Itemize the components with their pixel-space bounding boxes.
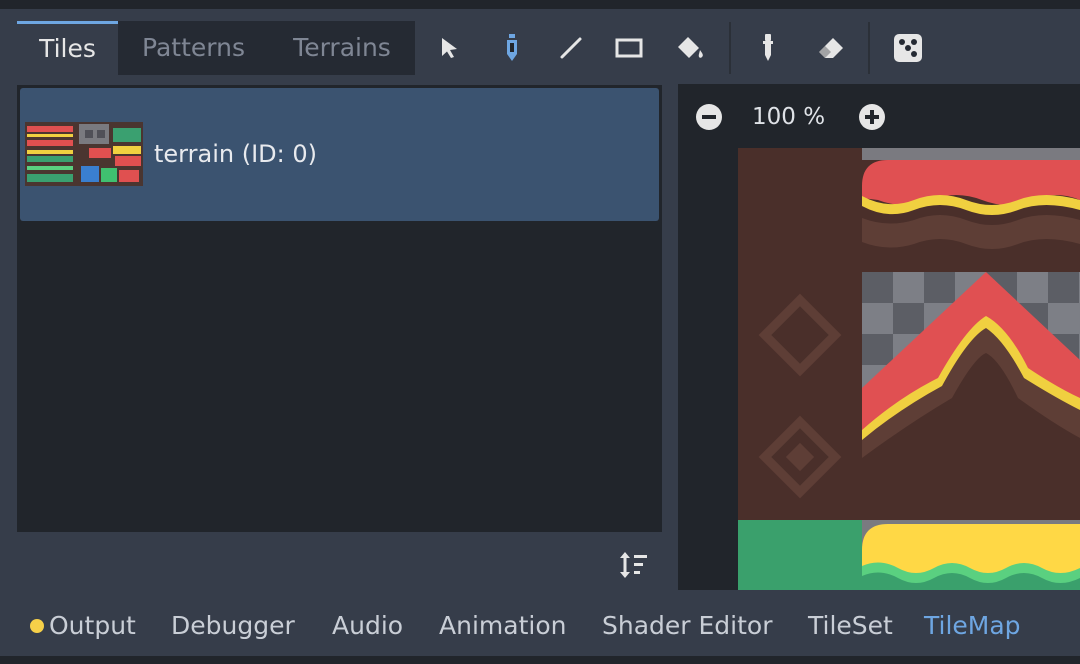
tab-terrains[interactable]: Terrains — [269, 21, 415, 75]
atlas-thumbnail — [25, 122, 143, 186]
tab-patterns[interactable]: Patterns — [118, 21, 269, 75]
rectangle-tool-button[interactable] — [607, 24, 651, 72]
eraser-tool-button[interactable] — [809, 24, 853, 72]
random-dice-icon — [894, 34, 922, 62]
tab-debugger[interactable]: Debugger — [171, 596, 295, 656]
tile-source-list: terrain (ID: 0) — [17, 85, 662, 532]
rectangle-icon — [615, 38, 643, 58]
tile-mode-tabs: Tiles Patterns Terrains — [17, 21, 415, 75]
toolbar-divider — [729, 22, 731, 74]
top-strip — [0, 0, 1080, 9]
line-tool-button[interactable] — [549, 24, 593, 72]
bottom-panel-tabs: Output Debugger Audio Animation Shader E… — [0, 596, 1080, 656]
paint-tool-button[interactable] — [490, 24, 534, 72]
picker-icon — [763, 34, 773, 61]
bottom-strip — [0, 656, 1080, 664]
tab-audio[interactable]: Audio — [332, 596, 403, 656]
eraser-icon — [819, 38, 843, 58]
picker-tool-button[interactable] — [746, 24, 790, 72]
sort-icon[interactable] — [616, 548, 650, 582]
list-item[interactable]: terrain (ID: 0) — [20, 88, 659, 221]
zoom-in-icon[interactable] — [856, 101, 888, 133]
tile-atlas-canvas[interactable] — [738, 148, 1080, 590]
tab-tilemap[interactable]: TileMap — [924, 596, 1021, 656]
select-icon — [442, 38, 457, 58]
tile-source-label: terrain (ID: 0) — [154, 140, 317, 168]
zoom-out-icon[interactable] — [693, 101, 725, 133]
output-indicator-dot — [30, 619, 44, 633]
tab-tiles[interactable]: Tiles — [17, 21, 118, 75]
bucket-fill-icon — [678, 37, 703, 58]
tab-animation[interactable]: Animation — [439, 596, 566, 656]
paint-brush-icon — [507, 34, 517, 61]
select-tool-button[interactable] — [428, 24, 472, 72]
toolbar-divider — [868, 22, 870, 74]
bucket-fill-tool-button[interactable] — [669, 24, 713, 72]
tab-output[interactable]: Output — [49, 596, 136, 656]
tab-tileset[interactable]: TileSet — [808, 596, 893, 656]
random-tile-toggle[interactable] — [886, 24, 930, 72]
zoom-level[interactable]: 100 % — [752, 101, 825, 133]
tab-shader-editor[interactable]: Shader Editor — [602, 596, 773, 656]
line-icon — [560, 37, 582, 59]
